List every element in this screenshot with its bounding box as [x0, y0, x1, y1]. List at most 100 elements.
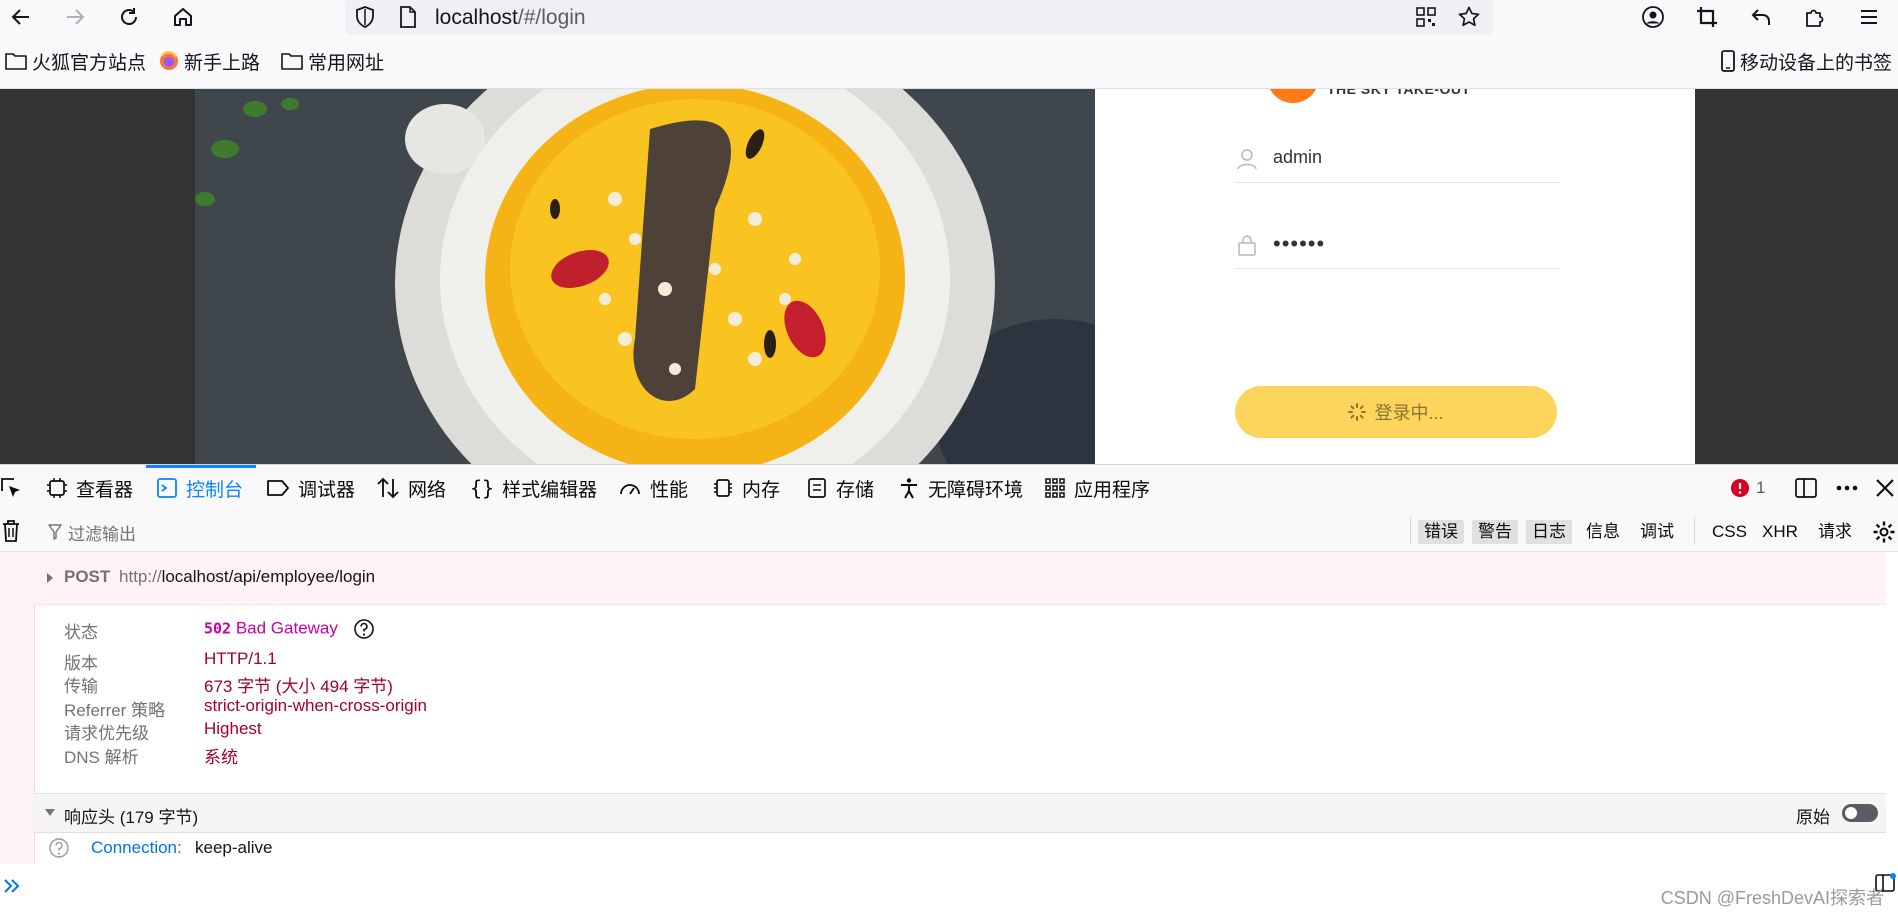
password-input[interactable]: ••••••	[1273, 231, 1325, 257]
account-button[interactable]	[1638, 2, 1668, 32]
tab-style-editor[interactable]: {} 样式编辑器	[470, 465, 597, 511]
response-headers-section[interactable]: 响应头 (179 字节) 原始	[34, 793, 1886, 833]
header-name: Connection:	[91, 838, 182, 857]
console-icon	[157, 478, 177, 498]
qr-code-icon[interactable]	[1415, 6, 1437, 28]
request-url[interactable]: localhost/api/employee/login	[162, 567, 376, 586]
filter-requests[interactable]: 请求	[1812, 520, 1858, 544]
loading-spinner-icon	[1348, 403, 1367, 421]
tab-accessibility[interactable]: 无障碍环境	[898, 465, 1023, 511]
screenshot-button[interactable]	[1692, 2, 1722, 32]
extensions-button[interactable]	[1800, 2, 1830, 32]
more-options-icon[interactable]	[1834, 477, 1860, 499]
detail-label-priority: 请求优先级	[64, 724, 149, 743]
page-viewport: THE SKY TAKE-OUT admin •••••• 登录中...	[0, 89, 1898, 464]
error-count: 1	[1756, 478, 1766, 497]
request-method: POST	[64, 567, 111, 586]
filter-info[interactable]: 信息	[1580, 520, 1626, 544]
bookmark-folder-firefox-official[interactable]: 火狐官方站点	[4, 46, 146, 76]
response-headers-title: 响应头 (179 字节)	[64, 808, 199, 827]
raw-toggle-switch[interactable]	[1842, 804, 1878, 822]
debugger-icon	[267, 480, 289, 496]
back-arrow-icon	[11, 9, 29, 25]
trash-icon[interactable]	[0, 519, 22, 543]
element-picker-icon[interactable]	[0, 477, 22, 499]
accessibility-icon	[901, 478, 917, 499]
request-url-scheme: http://	[119, 567, 162, 586]
bookmark-label: 新手上路	[184, 52, 261, 74]
close-devtools-icon[interactable]	[1874, 477, 1896, 499]
folder-icon	[5, 53, 27, 70]
tab-inspector[interactable]: 查看器	[46, 465, 133, 511]
dock-side-icon[interactable]	[1794, 477, 1818, 499]
settings-gear-icon[interactable]	[1872, 520, 1896, 544]
puzzle-icon	[1806, 9, 1824, 27]
tab-label: 控制台	[186, 479, 244, 501]
tab-performance[interactable]: 性能	[618, 465, 688, 511]
user-icon	[1237, 149, 1257, 170]
url-bar[interactable]: localhost/#/login	[345, 0, 1493, 34]
login-button[interactable]: 登录中...	[1235, 386, 1557, 438]
mobile-bookmarks[interactable]: 移动设备上的书签	[1720, 46, 1892, 76]
network-arrows-icon	[377, 477, 399, 499]
inspector-icon	[47, 478, 67, 498]
collapse-triangle-icon[interactable]	[44, 808, 56, 818]
help-circle-icon[interactable]	[353, 618, 375, 640]
lock-icon	[1238, 235, 1256, 256]
tab-label: 内存	[742, 479, 781, 501]
expand-triangle-icon[interactable]	[46, 572, 54, 584]
app-grid-icon	[1045, 478, 1065, 498]
bookmark-label: 火狐官方站点	[32, 52, 147, 74]
console-output: POST http://localhost/api/employee/login…	[0, 552, 1898, 865]
crop-icon	[1697, 7, 1717, 27]
filter-css[interactable]: CSS	[1706, 520, 1753, 544]
url-text[interactable]: localhost/#/login	[435, 6, 586, 30]
tab-network[interactable]: 网络	[376, 465, 446, 511]
console-input[interactable]	[0, 864, 1898, 916]
filter-logs[interactable]: 日志	[1526, 520, 1572, 544]
detail-label-status: 状态	[64, 623, 98, 642]
username-input[interactable]: admin	[1273, 147, 1322, 168]
detail-value-priority: Highest	[204, 719, 262, 738]
tab-debugger[interactable]: 调试器	[266, 465, 355, 511]
menu-button[interactable]	[1854, 2, 1884, 32]
filter-placeholder: 过滤输出	[68, 524, 136, 544]
undo-button[interactable]	[1746, 2, 1776, 32]
filter-debug[interactable]: 调试	[1634, 520, 1680, 544]
page-icon[interactable]	[397, 5, 419, 29]
help-circle-icon[interactable]	[48, 837, 70, 859]
braces-icon: {}	[470, 476, 495, 500]
tab-memory[interactable]: 内存	[712, 465, 780, 511]
tab-application[interactable]: 应用程序	[1044, 465, 1150, 511]
tab-label: 查看器	[76, 479, 134, 501]
tab-label: 调试器	[298, 479, 356, 501]
bookmark-star-icon[interactable]	[1457, 5, 1481, 29]
tab-storage[interactable]: 存储	[806, 465, 874, 511]
bookmark-getting-started[interactable]: 新手上路	[158, 46, 260, 76]
back-button[interactable]	[6, 2, 36, 32]
detail-value-version: HTTP/1.1	[204, 649, 277, 668]
error-count-badge[interactable]: 1	[1730, 465, 1765, 511]
filter-divider	[1410, 517, 1411, 545]
network-request-row[interactable]: POST http://localhost/api/employee/login	[34, 552, 1886, 605]
folder-icon	[281, 53, 303, 70]
filter-xhr[interactable]: XHR	[1756, 520, 1804, 544]
bookmark-folder-common-sites[interactable]: 常用网址	[280, 46, 384, 76]
browser-toolbar: localhost/#/login	[0, 0, 1898, 34]
shield-icon[interactable]	[353, 5, 377, 29]
tab-label: 应用程序	[1074, 479, 1151, 501]
forward-button[interactable]	[60, 2, 90, 32]
firefox-logo-icon	[160, 51, 178, 70]
error-gutter	[0, 552, 35, 864]
reload-button[interactable]	[114, 2, 144, 32]
soup-bowl-image	[195, 89, 1095, 464]
filter-warnings[interactable]: 警告	[1472, 520, 1518, 544]
reload-icon	[121, 8, 137, 25]
storage-icon	[808, 478, 826, 498]
filter-errors[interactable]: 错误	[1418, 520, 1464, 544]
home-button[interactable]	[168, 2, 198, 32]
detail-label-referrer: Referrer 策略	[64, 701, 166, 720]
status-text: Bad Gateway	[235, 618, 338, 638]
tab-console[interactable]: 控制台	[156, 465, 243, 511]
filter-output-input[interactable]: 过滤输出	[48, 520, 136, 544]
